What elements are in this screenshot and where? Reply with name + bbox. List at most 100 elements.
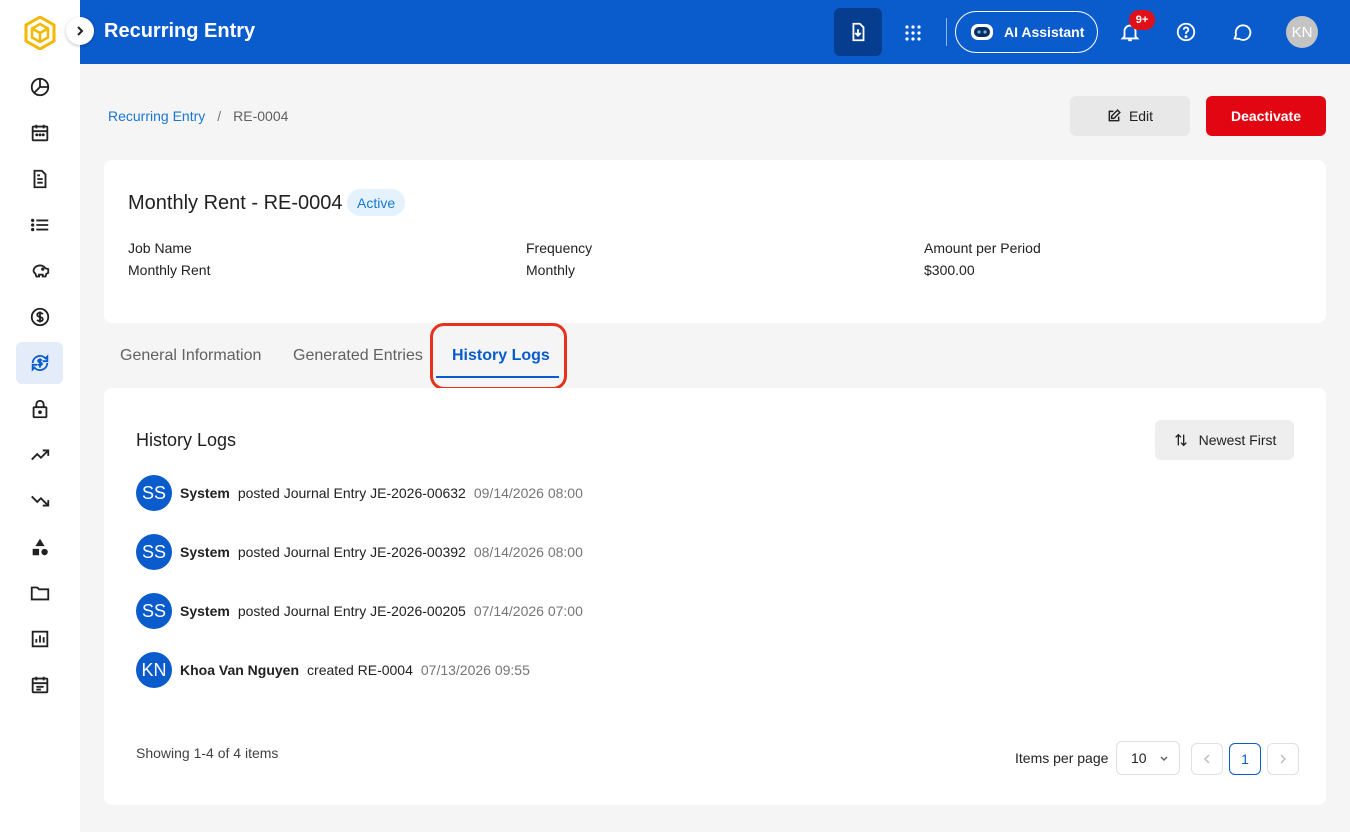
folder-icon <box>30 586 49 601</box>
sidebar-item-payments[interactable] <box>16 296 63 338</box>
field-amount-per-period: Amount per Period $300.00 <box>924 240 1041 278</box>
breadcrumb-parent-link[interactable]: Recurring Entry <box>108 108 205 124</box>
breadcrumb-separator: / <box>217 108 222 124</box>
log-entry: SS System posted Journal Entry JE-2026-0… <box>136 534 583 570</box>
ai-assistant-label: AI Assistant <box>1004 24 1085 40</box>
log-action: created RE-0004 <box>307 662 413 678</box>
trending-up-icon <box>30 449 49 461</box>
field-value: $300.00 <box>924 262 975 278</box>
edit-icon <box>1108 109 1121 122</box>
tab-generated-entries[interactable]: Generated Entries <box>293 347 423 365</box>
download-button[interactable] <box>834 8 882 56</box>
sidebar-item-recurring-entry[interactable] <box>16 342 63 384</box>
log-time: 09/14/2026 08:00 <box>473 485 583 501</box>
log-avatar: SS <box>136 593 172 629</box>
sidebar-item-schedule[interactable] <box>16 664 63 706</box>
chevron-right-icon <box>77 26 84 36</box>
log-time: 07/13/2026 09:55 <box>420 662 530 678</box>
entry-title: Monthly Rent - RE-0004 <box>128 192 343 214</box>
field-value: Monthly <box>526 262 576 278</box>
items-per-page-label: Items per page <box>1015 750 1109 766</box>
status-badge: Active <box>347 189 406 216</box>
shapes-icon <box>32 538 48 556</box>
field-frequency: Frequency Monthly <box>526 240 592 278</box>
log-action: posted Journal Entry JE-2026-00632 <box>237 485 466 501</box>
recurring-dollar-icon <box>31 354 48 372</box>
topbar-divider <box>946 18 947 46</box>
sidebar-item-security[interactable] <box>16 388 63 430</box>
previous-page-button[interactable] <box>1191 743 1223 775</box>
field-job-name: Job Name Monthly Rent <box>128 240 210 278</box>
schedule-icon <box>31 676 48 694</box>
sidebar-item-files[interactable] <box>16 572 63 614</box>
log-actor: System <box>180 603 230 619</box>
help-button[interactable] <box>1172 18 1200 46</box>
sidebar-item-documents[interactable] <box>16 158 63 200</box>
field-label: Frequency <box>526 240 593 256</box>
log-entry: SS System posted Journal Entry JE-2026-0… <box>136 475 583 511</box>
sort-button[interactable]: Newest First <box>1155 420 1294 460</box>
pagination-summary: Showing 1-4 of 4 items <box>136 745 279 761</box>
bar-chart-icon <box>31 630 48 648</box>
page-title: Recurring Entry <box>104 20 256 42</box>
field-value: Monthly Rent <box>128 262 211 278</box>
sidebar-item-savings[interactable] <box>16 250 63 292</box>
chat-icon <box>1233 24 1252 41</box>
ai-assistant-button[interactable]: AI Assistant <box>955 11 1098 53</box>
highlight-annotation <box>430 323 567 390</box>
log-action: posted Journal Entry JE-2026-00392 <box>237 544 466 560</box>
log-action: posted Journal Entry JE-2026-00205 <box>237 603 466 619</box>
sort-arrows-icon <box>1174 433 1187 447</box>
summary-card: Monthly Rent - RE-0004 Active Job Name M… <box>104 160 1326 323</box>
top-bar: Recurring Entry AI Assistant <box>80 0 1350 64</box>
chevron-down-icon <box>1160 756 1168 762</box>
breadcrumb-current: RE-0004 <box>233 108 289 124</box>
document-icon <box>33 169 46 189</box>
user-avatar[interactable]: KN <box>1286 16 1318 48</box>
grid-dots-icon <box>905 25 921 41</box>
log-actor: System <box>180 485 230 501</box>
sort-button-label: Newest First <box>1198 432 1277 448</box>
sidebar-item-assets[interactable] <box>16 526 63 568</box>
app-logo-icon[interactable] <box>24 16 56 50</box>
sidebar-item-dashboard[interactable] <box>16 66 63 108</box>
expand-sidebar-button[interactable] <box>66 17 94 45</box>
robot-icon <box>971 24 993 40</box>
chat-button[interactable] <box>1228 18 1256 46</box>
lock-icon <box>32 399 47 419</box>
log-entry: SS System posted Journal Entry JE-2026-0… <box>136 593 583 629</box>
dollar-circle-icon <box>30 307 49 327</box>
list-icon <box>30 218 48 232</box>
sidebar-item-expenses[interactable] <box>16 480 63 522</box>
sidebar-item-revenue[interactable] <box>16 434 63 476</box>
sidebar-item-calendar[interactable] <box>16 112 63 154</box>
deactivate-button[interactable]: Deactivate <box>1206 96 1326 136</box>
help-icon <box>1176 22 1196 42</box>
history-logs-title: History Logs <box>136 430 237 450</box>
sidebar-item-list[interactable] <box>16 204 63 246</box>
log-time: 08/14/2026 08:00 <box>473 544 583 560</box>
items-per-page-select[interactable]: 10 <box>1116 741 1180 775</box>
field-label: Amount per Period <box>924 240 1041 256</box>
page-number-button[interactable]: 1 <box>1229 743 1261 775</box>
log-entry: KN Khoa Van Nguyen created RE-0004 07/13… <box>136 652 530 688</box>
breadcrumb: Recurring Entry / RE-0004 <box>108 108 288 124</box>
edit-button[interactable]: Edit <box>1070 96 1190 136</box>
calendar-icon <box>31 124 48 142</box>
piggy-bank-icon <box>32 264 49 278</box>
items-per-page-value: 10 <box>1131 750 1147 766</box>
log-avatar: SS <box>136 475 172 511</box>
chevron-right-icon <box>1280 754 1287 764</box>
sidebar-item-reports[interactable] <box>16 618 63 660</box>
log-time: 07/14/2026 07:00 <box>473 603 583 619</box>
log-actor: System <box>180 544 230 560</box>
next-page-button[interactable] <box>1267 743 1299 775</box>
apps-menu-button[interactable] <box>898 18 928 48</box>
notification-badge: 9+ <box>1129 10 1155 30</box>
log-actor: Khoa Van Nguyen <box>180 662 300 678</box>
log-avatar: KN <box>136 652 172 688</box>
chevron-left-icon <box>1203 754 1210 764</box>
dashboard-pie-icon <box>30 77 49 97</box>
sidebar <box>0 0 80 832</box>
tab-general-information[interactable]: General Information <box>120 347 261 365</box>
